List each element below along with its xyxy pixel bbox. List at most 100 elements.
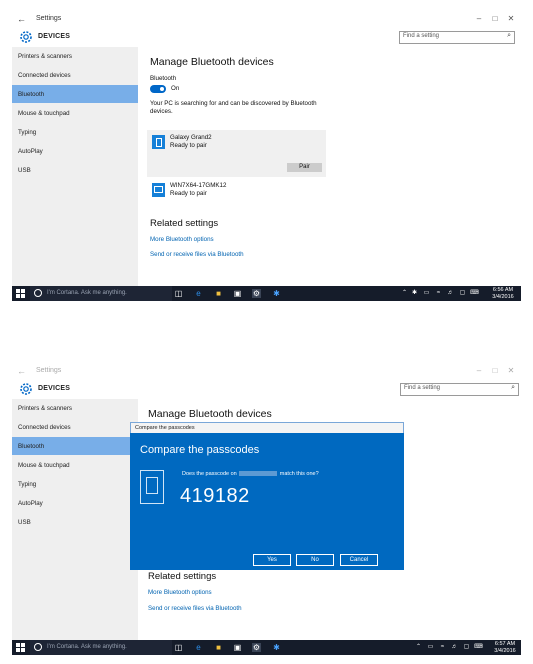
computer-icon xyxy=(152,183,165,197)
edge-browser-icon[interactable]: e xyxy=(194,289,203,298)
window-title: Settings xyxy=(36,367,62,374)
sidebar-item-autoplay[interactable]: AutoPlay xyxy=(12,142,138,160)
cortana-search-box[interactable]: I'm Cortana. Ask me anything. xyxy=(30,286,172,301)
sidebar-item-mouse[interactable]: Mouse & touchpad xyxy=(12,456,138,474)
cortana-search-box[interactable]: I'm Cortana. Ask me anything. xyxy=(30,640,172,655)
search-input[interactable]: Find a setting ⌕ xyxy=(400,383,519,396)
related-settings-heading: Related settings xyxy=(150,218,219,229)
more-bluetooth-options-link[interactable]: More Bluetooth options xyxy=(148,589,212,596)
sidebar-item-connected[interactable]: Connected devices xyxy=(12,418,138,436)
phone-icon xyxy=(140,470,164,504)
send-receive-files-link[interactable]: Send or receive files via Bluetooth xyxy=(150,251,244,258)
search-icon: ⌕ xyxy=(507,32,511,39)
device-name-redacted xyxy=(239,471,278,477)
search-placeholder: Find a setting xyxy=(403,33,440,39)
sidebar-item-label: Printers & scanners xyxy=(18,53,72,60)
sidebar-item-bluetooth[interactable]: Bluetooth xyxy=(12,85,138,103)
sidebar-item-label: Typing xyxy=(18,129,37,136)
send-receive-files-link[interactable]: Send or receive files via Bluetooth xyxy=(148,605,242,612)
back-arrow-icon[interactable]: ← xyxy=(17,14,26,24)
action-center-icon[interactable]: ▢ xyxy=(458,289,467,298)
page-header: DEVICES Find a setting ⌕ xyxy=(12,30,521,47)
sidebar-item-usb[interactable]: USB xyxy=(12,513,138,531)
task-view-icon[interactable]: ◫ xyxy=(174,289,183,298)
windows-start-icon[interactable] xyxy=(16,289,25,298)
device-name: Galaxy Grand2 xyxy=(170,134,212,141)
sidebar-item-label: Bluetooth xyxy=(18,443,45,450)
edge-browser-icon[interactable]: e xyxy=(194,643,203,652)
more-bluetooth-options-link[interactable]: More Bluetooth options xyxy=(150,236,214,243)
keyboard-icon[interactable]: ⌨ xyxy=(470,289,479,298)
settings-gear-icon[interactable]: ⚙ xyxy=(252,289,261,298)
dialog-caption: Compare the passcodes xyxy=(135,425,195,431)
tray-chevron-icon[interactable]: ⌃ xyxy=(414,643,423,652)
search-placeholder: Find a setting xyxy=(404,385,441,391)
message-suffix: match this one? xyxy=(279,471,319,477)
sidebar-item-label: Printers & scanners xyxy=(18,405,72,412)
page-title: Manage Bluetooth devices xyxy=(148,408,272,420)
volume-icon[interactable]: ♬ xyxy=(446,289,455,298)
bluetooth-taskbar-icon[interactable]: ✱ xyxy=(272,643,281,652)
sidebar-item-autoplay[interactable]: AutoPlay xyxy=(12,494,138,512)
bluetooth-taskbar-icon[interactable]: ✱ xyxy=(272,289,281,298)
task-view-icon[interactable]: ◫ xyxy=(174,643,183,652)
title-bar: ← Settings – □ ✕ xyxy=(12,362,521,382)
keyboard-icon[interactable]: ⌨ xyxy=(474,643,483,652)
sidebar-item-label: USB xyxy=(18,519,31,526)
gear-icon xyxy=(20,31,32,43)
main-content: Manage Bluetooth devices Bluetooth On Yo… xyxy=(147,47,510,287)
gear-icon xyxy=(20,383,32,395)
bluetooth-state: On xyxy=(171,85,180,92)
phone-icon xyxy=(152,135,165,149)
sidebar-item-printers[interactable]: Printers & scanners xyxy=(12,399,138,417)
close-button[interactable]: ✕ xyxy=(504,14,518,23)
minimize-button[interactable]: – xyxy=(472,366,486,375)
back-arrow-icon[interactable]: ← xyxy=(17,366,26,376)
pair-button[interactable]: Pair xyxy=(287,163,322,172)
store-icon[interactable]: ▣ xyxy=(233,643,242,652)
close-button[interactable]: ✕ xyxy=(504,366,518,375)
bluetooth-toggle[interactable] xyxy=(150,85,166,93)
settings-gear-icon[interactable]: ⚙ xyxy=(252,643,261,652)
discovery-status: Your PC is searching for and can be disc… xyxy=(150,100,317,115)
file-explorer-icon[interactable]: ■ xyxy=(214,289,223,298)
device-item[interactable]: WIN7X64-17GMK12 Ready to pair xyxy=(150,182,320,202)
sidebar-item-label: USB xyxy=(18,167,31,174)
sidebar-item-mouse[interactable]: Mouse & touchpad xyxy=(12,104,138,122)
maximize-button[interactable]: □ xyxy=(488,366,502,375)
tray-chevron-icon[interactable]: ⌃ xyxy=(400,289,409,298)
cortana-icon xyxy=(34,289,42,297)
file-explorer-icon[interactable]: ■ xyxy=(214,643,223,652)
no-button[interactable]: No xyxy=(296,554,334,566)
sidebar-item-printers[interactable]: Printers & scanners xyxy=(12,47,138,65)
battery-icon[interactable]: ▭ xyxy=(422,289,431,298)
dialog-title: Compare the passcodes xyxy=(140,444,260,456)
network-icon[interactable]: ≈ xyxy=(434,289,443,298)
windows-start-icon[interactable] xyxy=(16,643,25,652)
sidebar: Printers & scanners Connected devices Bl… xyxy=(12,399,138,640)
volume-icon[interactable]: ♬ xyxy=(450,643,459,652)
search-input[interactable]: Find a setting ⌕ xyxy=(399,31,515,44)
compare-passcodes-dialog: Compare the passcodes Does the passcode … xyxy=(130,433,404,570)
taskbar: I'm Cortana. Ask me anything. ◫ e ■ ▣ ⚙ … xyxy=(12,286,521,301)
sidebar-item-typing[interactable]: Typing xyxy=(12,123,138,141)
sidebar-item-bluetooth[interactable]: Bluetooth xyxy=(12,437,138,455)
sidebar-item-usb[interactable]: USB xyxy=(12,161,138,179)
device-card-selected[interactable]: Galaxy Grand2 Ready to pair Pair xyxy=(147,130,326,177)
taskbar-clock[interactable]: 6:57 AM 3/4/2016 xyxy=(490,641,520,654)
window-title: Settings xyxy=(36,15,62,22)
cancel-button[interactable]: Cancel xyxy=(340,554,378,566)
maximize-button[interactable]: □ xyxy=(488,14,502,23)
taskbar-clock[interactable]: 6:56 AM 3/4/2016 xyxy=(488,287,518,300)
network-icon[interactable]: ≈ xyxy=(438,643,447,652)
sidebar-item-typing[interactable]: Typing xyxy=(12,475,138,493)
battery-icon[interactable]: ▭ xyxy=(426,643,435,652)
yes-button[interactable]: Yes xyxy=(253,554,291,566)
sidebar-item-connected[interactable]: Connected devices xyxy=(12,66,138,84)
store-icon[interactable]: ▣ xyxy=(233,289,242,298)
taskbar: I'm Cortana. Ask me anything. ◫ e ■ ▣ ⚙ … xyxy=(12,640,521,655)
tray-bluetooth-icon[interactable]: ✱ xyxy=(410,289,419,298)
minimize-button[interactable]: – xyxy=(472,14,486,23)
page-title: Manage Bluetooth devices xyxy=(150,56,274,68)
action-center-icon[interactable]: ▢ xyxy=(462,643,471,652)
